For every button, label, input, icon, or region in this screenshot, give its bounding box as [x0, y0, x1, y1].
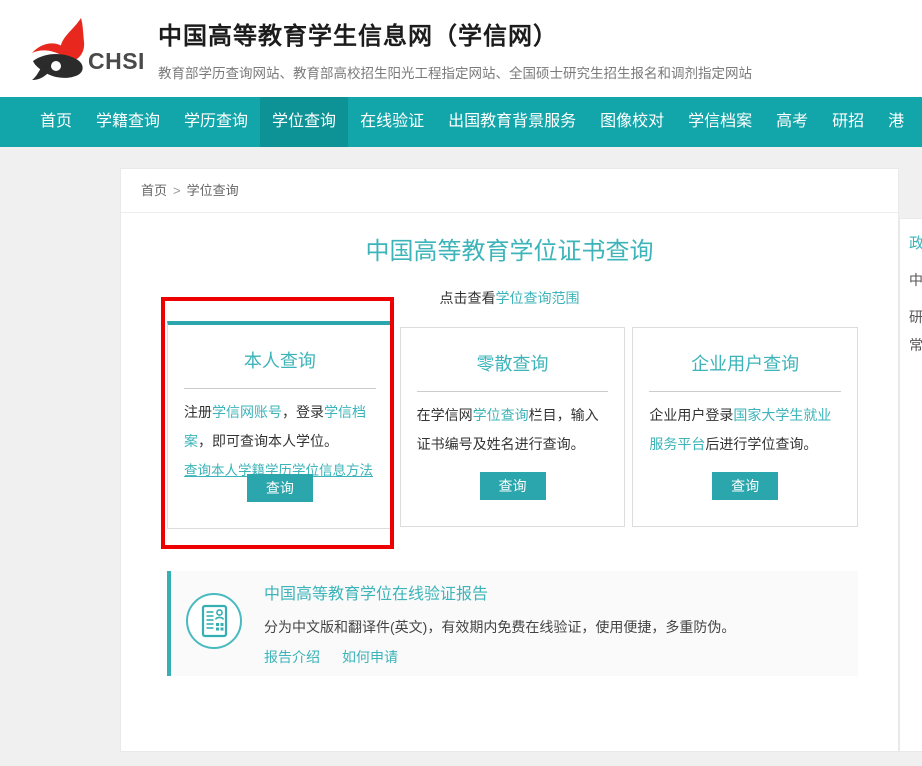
side-panel-truncated: 政 中 研 常: [899, 218, 922, 752]
site-subtitle: 教育部学历查询网站、教育部高校招生阳光工程指定网站、全国硕士研究生招生报名和调剂…: [158, 62, 752, 82]
card-divider: [417, 391, 609, 392]
card-scattered-query-desc: 在学信网学位查询栏目，输入证书编号及姓名进行查询。: [417, 401, 609, 459]
nav-item-xueji-query[interactable]: 学籍查询: [84, 97, 172, 147]
nav-item-abroad-service[interactable]: 出国教育背景服务: [436, 97, 588, 147]
desc-text: ，登录: [282, 404, 324, 420]
chsi-bird-icon: [28, 16, 86, 82]
desc-text: ，即可查询本人学位。: [198, 433, 338, 449]
logo-text: CHSI: [88, 50, 145, 82]
verification-report-icon: [185, 592, 243, 655]
nav-item-yanzhao[interactable]: 研招: [820, 97, 876, 147]
report-howto-link[interactable]: 如何申请: [342, 649, 398, 665]
side-panel-heading: 政: [909, 232, 922, 253]
scattered-query-button[interactable]: 查询: [480, 472, 546, 500]
breadcrumb-current: 学位查询: [187, 183, 239, 198]
side-panel-item[interactable]: 中: [909, 270, 922, 290]
chsi-account-link[interactable]: 学信网账号: [212, 404, 282, 420]
chsi-logo[interactable]: CHSI: [28, 16, 145, 82]
breadcrumb-home-link[interactable]: 首页: [141, 183, 167, 198]
card-divider: [184, 388, 376, 389]
nav-item-chsi-archive[interactable]: 学信档案: [676, 97, 764, 147]
card-self-query-desc: 注册学信网账号，登录学信档案，即可查询本人学位。: [184, 398, 376, 456]
side-panel-item[interactable]: 常: [909, 335, 922, 355]
card-divider: [649, 391, 841, 392]
enterprise-query-button[interactable]: 查询: [712, 472, 778, 500]
site-header: CHSI 中国高等教育学生信息网（学信网） 教育部学历查询网站、教育部高校招生阳…: [0, 0, 922, 97]
site-title: 中国高等教育学生信息网（学信网）: [158, 16, 752, 51]
query-scope-link[interactable]: 学位查询范围: [496, 290, 580, 306]
desc-text: 企业用户登录: [649, 407, 733, 423]
report-desc: 分为中文版和翻译件(英文)，有效期内免费在线验证，使用便捷，多重防伪。: [264, 617, 735, 637]
main-nav: 首页 学籍查询 学历查询 学位查询 在线验证 出国教育背景服务 图像校对 学信档…: [0, 97, 922, 147]
nav-item-xueli-query[interactable]: 学历查询: [172, 97, 260, 147]
page-title: 中国高等教育学位证书查询: [121, 231, 898, 266]
card-scattered-query: 零散查询 在学信网学位查询栏目，输入证书编号及姓名进行查询。 查询: [400, 327, 626, 527]
report-title: 中国高等教育学位在线验证报告: [264, 580, 735, 604]
page-background: 首页>学位查询 中国高等教育学位证书查询 点击查看学位查询范围 本人查询 注册学…: [0, 147, 922, 766]
page: CHSI 中国高等教育学生信息网（学信网） 教育部学历查询网站、教育部高校招生阳…: [0, 0, 922, 766]
nav-item-gaokao[interactable]: 高考: [764, 97, 820, 147]
nav-item-home[interactable]: 首页: [28, 97, 84, 147]
card-self-query: 本人查询 注册学信网账号，登录学信档案，即可查询本人学位。 查询本人学籍学历学位…: [167, 321, 393, 529]
card-enterprise-query-desc: 企业用户登录国家大学生就业服务平台后进行学位查询。: [649, 401, 841, 459]
nav-item-online-verification[interactable]: 在线验证: [348, 97, 436, 147]
desc-text: 在学信网: [417, 407, 473, 423]
card-enterprise-query-title: 企业用户查询: [649, 350, 841, 376]
degree-query-link[interactable]: 学位查询: [473, 407, 529, 423]
desc-text: 注册: [184, 404, 212, 420]
card-self-query-title: 本人查询: [184, 347, 376, 373]
self-query-button[interactable]: 查询: [247, 474, 313, 502]
report-intro-link[interactable]: 报告介绍: [264, 649, 320, 665]
side-panel-item[interactable]: 研: [909, 307, 922, 327]
desc-text: 后进行学位查询。: [705, 436, 817, 452]
nav-item-image-check[interactable]: 图像校对: [588, 97, 676, 147]
breadcrumb-separator: >: [173, 183, 181, 198]
subtitle-text: 点击查看: [440, 290, 496, 306]
query-cards-row: 本人查询 注册学信网账号，登录学信档案，即可查询本人学位。 查询本人学籍学历学位…: [121, 308, 898, 529]
card-enterprise-query: 企业用户查询 企业用户登录国家大学生就业服务平台后进行学位查询。 查询: [632, 327, 858, 527]
nav-item-hk-truncated[interactable]: 港: [876, 97, 916, 147]
content-panel: 首页>学位查询 中国高等教育学位证书查询 点击查看学位查询范围 本人查询 注册学…: [120, 168, 899, 752]
card-scattered-query-title: 零散查询: [417, 350, 609, 376]
report-section: 中国高等教育学位在线验证报告 分为中文版和翻译件(英文)，有效期内免费在线验证，…: [167, 571, 858, 676]
page-subtitle: 点击查看学位查询范围: [121, 288, 898, 308]
nav-item-degree-query[interactable]: 学位查询: [260, 97, 348, 147]
breadcrumb: 首页 > 学位查询: [121, 169, 898, 213]
